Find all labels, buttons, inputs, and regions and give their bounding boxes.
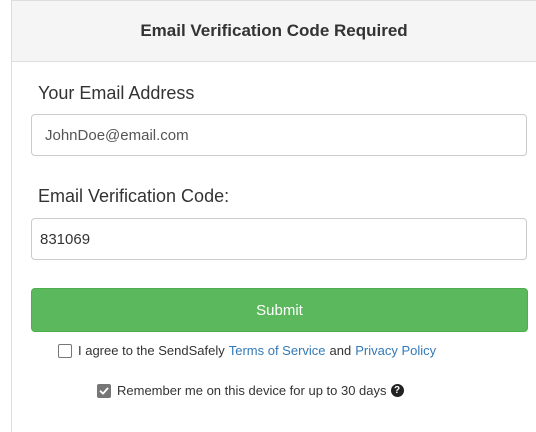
verification-panel: Email Verification Code Required Your Em… (11, 0, 536, 432)
email-label: Your Email Address (38, 83, 195, 103)
email-field[interactable] (31, 114, 527, 156)
verification-code-label: Email Verification Code: (38, 186, 230, 206)
agree-terms-text: I agree to the SendSafely (78, 343, 225, 358)
remember-me-label: Remember me on this device for up to 30 … (117, 383, 387, 398)
privacy-policy-link[interactable]: Privacy Policy (355, 343, 436, 358)
verification-code-field[interactable] (31, 218, 527, 260)
remember-me-row: Remember me on this device for up to 30 … (97, 383, 404, 398)
checkmark-icon (99, 387, 109, 394)
question-circle-icon[interactable]: ? (390, 384, 404, 397)
terms-of-service-link[interactable]: Terms of Service (229, 343, 326, 358)
agree-terms-checkbox[interactable] (58, 343, 72, 358)
agree-and-text: and (329, 343, 352, 358)
submit-button[interactable]: Submit (31, 288, 528, 332)
panel-title: Email Verification Code Required (12, 1, 536, 62)
agree-terms-row: I agree to the SendSafely Terms of Servi… (58, 343, 436, 358)
remember-me-checkbox[interactable] (97, 383, 111, 398)
